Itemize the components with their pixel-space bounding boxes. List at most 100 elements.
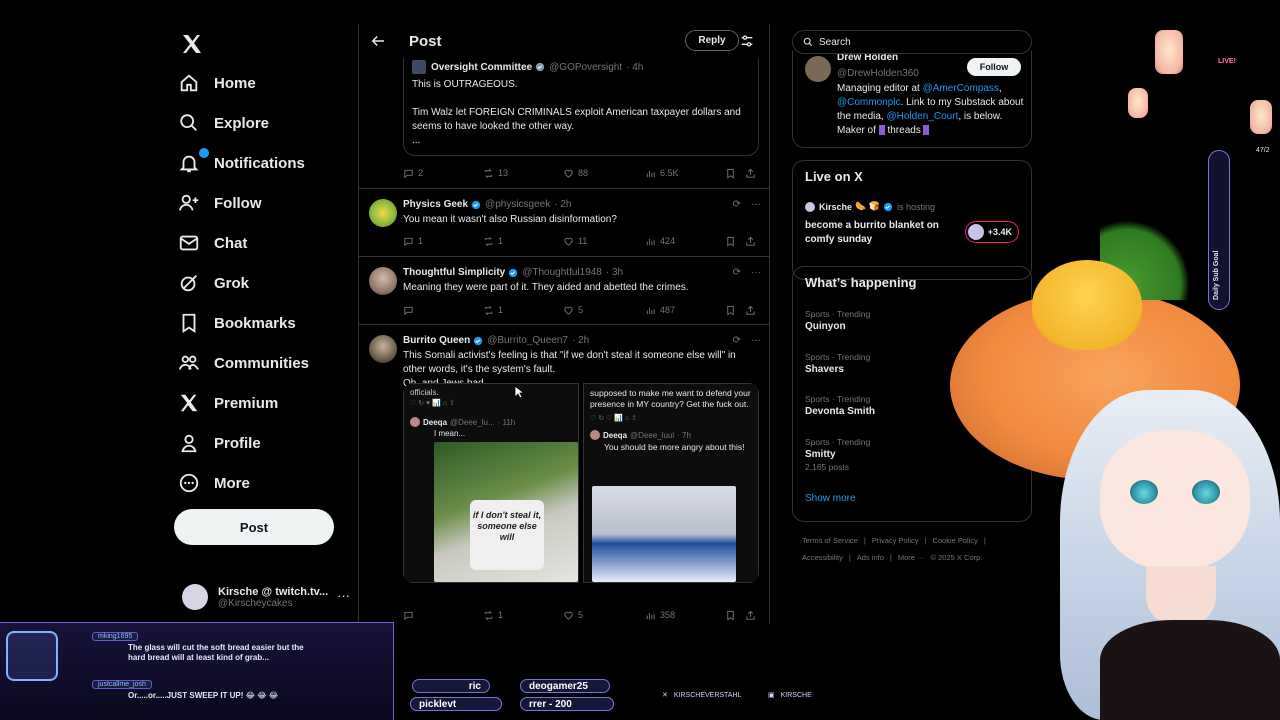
nav-communities[interactable]: Communities: [178, 348, 309, 378]
reply-avatar[interactable]: [369, 335, 397, 363]
reply-action[interactable]: 2: [403, 168, 423, 179]
nav-grok[interactable]: Grok: [178, 268, 249, 298]
footer-link-privacy[interactable]: Privacy Policy: [872, 536, 919, 545]
like-action[interactable]: 5: [563, 610, 583, 621]
avatar-face: [1100, 430, 1250, 570]
share-action[interactable]: [745, 305, 760, 316]
settings-sliders-icon[interactable]: [739, 33, 755, 49]
verified-badge-icon: [535, 62, 545, 72]
search-input[interactable]: Search: [792, 30, 1032, 54]
avatar-eye-right: [1192, 480, 1220, 504]
reply-post[interactable]: Burrito Queen @Burrito_Queen7 · 2h ⟳ ··· …: [359, 324, 769, 624]
bookmark-action[interactable]: [725, 305, 740, 316]
repost-action[interactable]: 13: [483, 168, 508, 179]
share-action[interactable]: [745, 168, 760, 179]
like-action[interactable]: 5: [563, 305, 583, 316]
nav-profile[interactable]: Profile: [178, 428, 261, 458]
reply-author-handle[interactable]: @Burrito_Queen7: [487, 335, 568, 346]
x-premium-icon: [180, 394, 198, 412]
footer-sep: |: [848, 553, 851, 562]
reply-avatar[interactable]: [369, 199, 397, 227]
media-image-right[interactable]: supposed to make me want to defend your …: [583, 383, 759, 583]
like-action[interactable]: 11: [563, 236, 587, 247]
bookmark-action[interactable]: [725, 236, 740, 247]
back-arrow-icon[interactable]: [369, 32, 387, 50]
bio-link[interactable]: @Commonplc: [837, 97, 901, 108]
chat-message: mking1695 The glass will cut the soft br…: [92, 631, 318, 663]
post-more-icon[interactable]: ···: [751, 199, 761, 210]
reply-button[interactable]: Reply: [685, 30, 739, 51]
nav-home[interactable]: Home: [178, 68, 256, 98]
repost-action[interactable]: 1: [483, 236, 503, 247]
mail-icon: [179, 235, 199, 251]
reply-author-name[interactable]: Physics Geek: [403, 199, 468, 210]
grok-explain-icon[interactable]: ⟳: [733, 335, 741, 346]
post-more-icon[interactable]: ···: [751, 335, 761, 346]
nav-communities-label: Communities: [214, 354, 310, 372]
bio-link[interactable]: @AmerCompass: [923, 83, 999, 94]
reply-action[interactable]: 1: [403, 236, 423, 247]
reply-author-name[interactable]: Burrito Queen: [403, 335, 470, 346]
repost-action[interactable]: 1: [483, 305, 503, 316]
nav-chat[interactable]: Chat: [178, 228, 247, 258]
comment-icon: [404, 611, 413, 620]
nav-bookmarks[interactable]: Bookmarks: [178, 308, 296, 338]
views-action[interactable]: 6.5K: [645, 168, 679, 179]
views-action[interactable]: 487: [645, 305, 675, 316]
account-handle: @Kirscheycakes: [218, 597, 293, 609]
reply-avatar[interactable]: [369, 267, 397, 295]
account-switcher[interactable]: Kirsche @ twitch.tv... @Kirscheycakes ··…: [182, 580, 362, 614]
bookmark-action[interactable]: [725, 610, 740, 621]
bio-link[interactable]: @Holden_Court: [886, 111, 958, 122]
repost-icon: [484, 610, 493, 620]
nav-more[interactable]: More: [178, 468, 250, 498]
nav-chat-label: Chat: [214, 234, 248, 252]
live-title: Live on X: [805, 169, 863, 184]
media-image-left[interactable]: officials. ♡ ↻ ♥ 📊 ⌂ ⇧ Deeqa @Deee_lu...…: [403, 383, 579, 583]
reply-author-name[interactable]: Thoughtful Simplicity: [403, 267, 505, 278]
share-action[interactable]: [745, 610, 760, 621]
like-count: 5: [578, 610, 584, 620]
nav-premium[interactable]: Premium: [178, 388, 278, 418]
reply-action[interactable]: [403, 305, 418, 316]
x-logo-icon[interactable]: [180, 32, 204, 56]
profile-avatar[interactable]: [805, 56, 831, 82]
nav-notifications[interactable]: Notifications: [178, 148, 305, 178]
share-action[interactable]: [745, 236, 760, 247]
live-host[interactable]: Kirsche 🌭 🍞 is hosting: [805, 201, 935, 212]
footer-link-accessibility[interactable]: Accessibility: [802, 553, 843, 562]
chat-mascot-icon: [6, 631, 58, 681]
reply-action[interactable]: [403, 610, 418, 621]
nav-follow[interactable]: Follow: [178, 188, 262, 218]
follow-button[interactable]: Follow: [967, 58, 1021, 76]
post-more-icon[interactable]: ···: [751, 267, 761, 278]
nav-explore[interactable]: Explore: [178, 108, 269, 138]
post-button[interactable]: Post: [174, 509, 334, 545]
footer-link-ads[interactable]: Ads info: [857, 553, 884, 562]
ticker-name: deogamer25: [520, 679, 610, 693]
live-stream-title[interactable]: become a burrito blanket on comfy sunday: [805, 219, 965, 247]
views-action[interactable]: 358: [645, 610, 675, 621]
quoted-post[interactable]: Oversight Committee @GOPoversight · 4h T…: [403, 56, 759, 156]
grok-explain-icon[interactable]: ⟳: [733, 267, 741, 278]
media-right-top-text: supposed to make me want to defend your …: [590, 388, 751, 409]
repost-action[interactable]: 1: [483, 610, 503, 621]
home-icon: [180, 74, 198, 92]
show-more-link[interactable]: Show more: [805, 493, 856, 504]
footer-link-terms[interactable]: Terms of Service: [802, 536, 858, 545]
lantern-decoration: [1250, 100, 1272, 134]
footer-link-more[interactable]: More ···: [898, 553, 925, 562]
media-left-avatar: [410, 417, 420, 427]
bookmark-action[interactable]: [725, 168, 740, 179]
account-more-icon[interactable]: ···: [337, 588, 350, 603]
like-action[interactable]: 88: [563, 168, 588, 179]
grok-explain-icon[interactable]: ⟳: [733, 199, 741, 210]
reply-author-handle[interactable]: @physicsgeek: [485, 199, 550, 210]
media-grid[interactable]: officials. ♡ ↻ ♥ 📊 ⌂ ⇧ Deeqa @Deee_lu...…: [403, 383, 759, 583]
profile-handle[interactable]: @DrewHolden360: [837, 68, 919, 79]
avatar-neck: [1146, 566, 1216, 626]
ticker-name: rrer - 200: [520, 697, 614, 711]
like-count: 11: [578, 236, 588, 246]
reply-author-handle[interactable]: @Thoughtful1948: [522, 267, 602, 278]
views-action[interactable]: 424: [645, 236, 675, 247]
